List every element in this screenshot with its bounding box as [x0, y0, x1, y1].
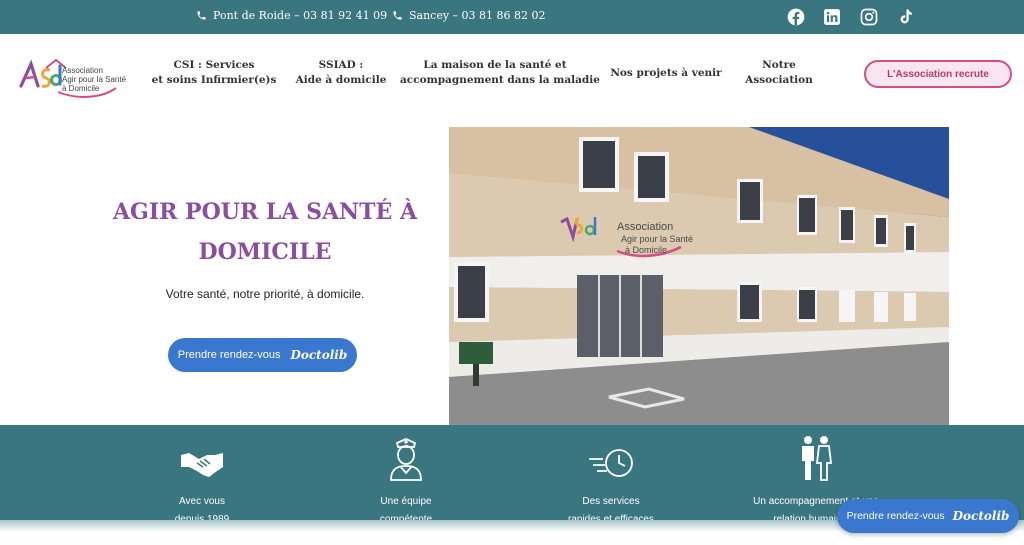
fast-clock-icon — [589, 449, 633, 477]
people-icon — [802, 436, 833, 481]
sign-text-line2: Agir pour la Santé — [621, 234, 693, 244]
phone-icon — [393, 11, 402, 20]
instagram-icon[interactable] — [859, 7, 879, 27]
handshake-icon — [181, 453, 223, 477]
top-contact-bar: Pont de Roide – 03 81 92 41 09 Sancey – … — [0, 0, 1024, 34]
sign-text-line1: Association — [617, 221, 673, 233]
feature-line1: Avec vous — [179, 496, 225, 507]
linkedin-icon[interactable] — [822, 7, 842, 27]
phone-sancey[interactable]: Sancey – 03 81 86 82 02 — [392, 9, 546, 22]
nurse-icon — [390, 438, 422, 481]
doctolib-logo: Doctolib — [952, 509, 1010, 523]
logo-text: Association Agir pour la Santé à Domicil… — [62, 66, 127, 93]
feature-since-1989: Avec vous depuis 1989 — [112, 435, 292, 529]
facebook-icon[interactable] — [786, 7, 806, 27]
tiktok-icon[interactable] — [895, 7, 915, 27]
doctolib-logo: Doctolib — [290, 348, 348, 362]
nav-csi[interactable]: CSI : Services et soins Infirmier(e)s — [150, 58, 278, 88]
book-appointment-label: Prendre rendez-vous — [177, 349, 281, 361]
feature-fast-services: Des services rapides et efficaces — [521, 435, 701, 529]
feature-line1: Une équipe — [380, 496, 432, 507]
feature-team: Une équipe compétente — [316, 435, 496, 529]
nav-association[interactable]: Notre Association — [740, 58, 818, 88]
hero-title: AGIR POUR LA SANTÉ À DOMICILE — [112, 199, 418, 265]
nav-ssiad[interactable]: SSIAD : Aide à domicile — [290, 58, 392, 88]
phone-pont-de-roide[interactable]: Pont de Roide – 03 81 92 41 09 — [196, 9, 387, 22]
phone-text: Pont de Roide – 03 81 92 41 09 — [213, 9, 388, 22]
phone-text: Sancey – 03 81 86 82 02 — [409, 9, 546, 22]
nav-projets[interactable]: Nos projets à venir — [610, 66, 722, 81]
main-header: Association Agir pour la Santé à Domicil… — [0, 34, 1024, 120]
nav-maison-sante[interactable]: La maison de la santé et accompagnement … — [400, 58, 600, 88]
feature-line1: Des services — [582, 496, 640, 507]
recruit-button[interactable]: L'Association recrute — [864, 60, 1012, 88]
building-photo: Association Agir pour la Santé à Domicil… — [449, 127, 949, 425]
floating-book-appointment-button[interactable]: Prendre rendez-vous Doctolib — [837, 499, 1019, 533]
phone-icon — [197, 11, 206, 20]
book-appointment-button[interactable]: Prendre rendez-vous Doctolib — [168, 338, 357, 372]
hero-subtitle: Votre santé, notre priorité, à domicile. — [165, 287, 365, 301]
floating-button-label: Prendre rendez-vous — [846, 510, 945, 522]
sign-text-line3: à Domicile — [625, 245, 667, 255]
